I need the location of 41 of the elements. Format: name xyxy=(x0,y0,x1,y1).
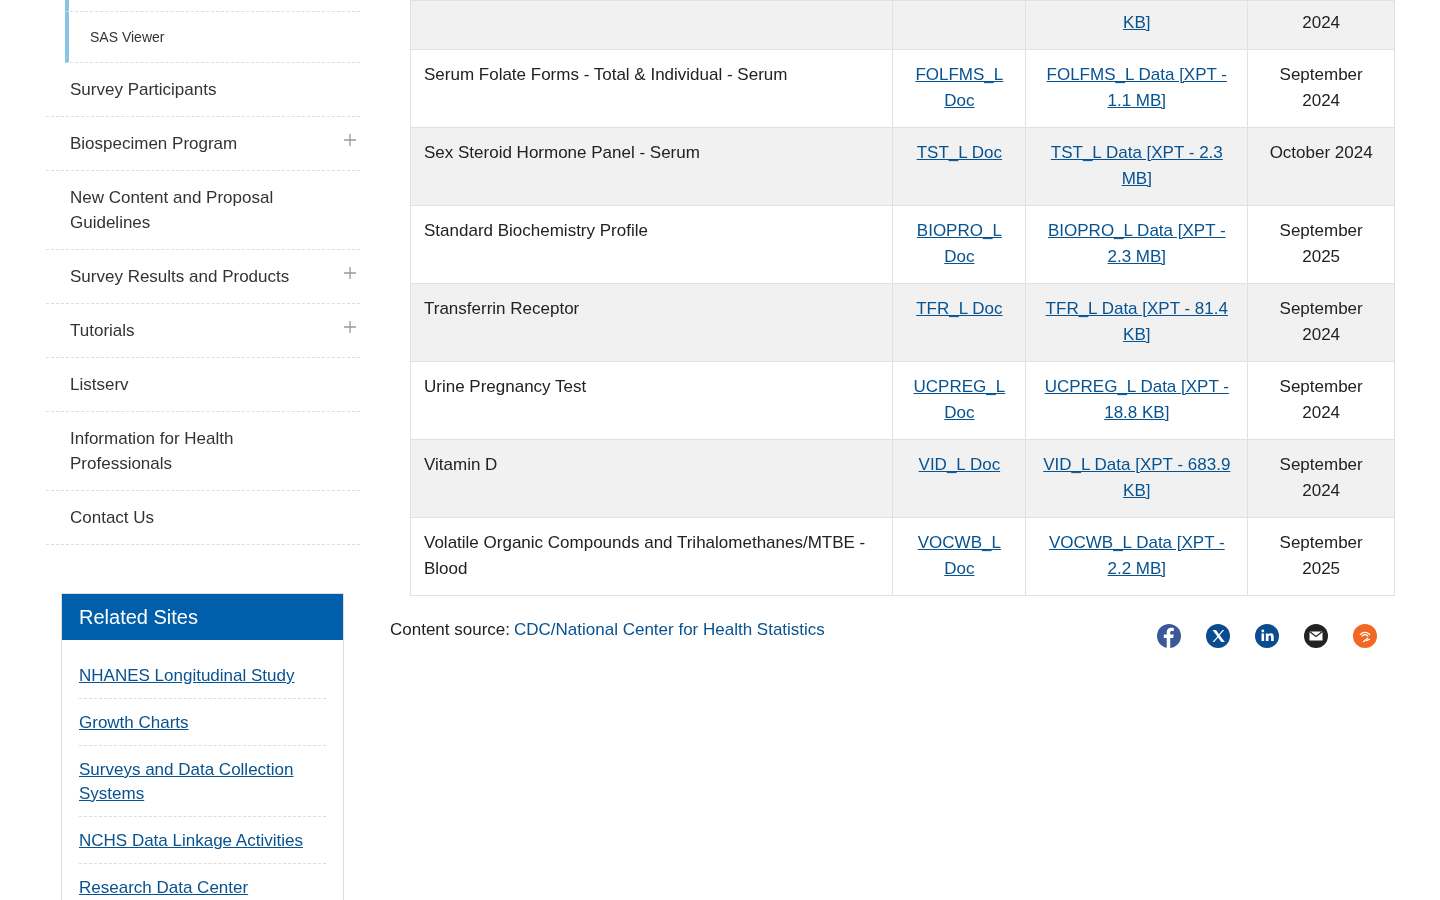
sidebar-link[interactable]: Survey Results and Products xyxy=(70,264,290,289)
source-link[interactable]: CDC/National Center for Health Statistics xyxy=(514,620,825,639)
related-link[interactable]: Growth Charts xyxy=(79,711,189,735)
table-cell: Serum Folate Forms - Total & Individual - Serum xyxy=(424,65,788,84)
x-icon[interactable] xyxy=(1206,624,1230,648)
table-cell: September 2024 xyxy=(1279,65,1363,110)
linkedin-icon[interactable] xyxy=(1255,624,1279,648)
table-cell: October 2024 xyxy=(1269,143,1373,162)
sidebar-link[interactable]: Contact Us xyxy=(70,505,155,530)
related-link[interactable]: Research Data Center xyxy=(79,876,249,900)
related-link[interactable]: NHANES Longitudinal Study xyxy=(79,664,295,688)
sidebar-link[interactable]: Survey Participants xyxy=(70,77,217,102)
sidebar-link[interactable]: Tutorials xyxy=(70,318,135,343)
panel-title: Related Sites xyxy=(62,594,343,640)
table-cell: September 2024 xyxy=(1279,299,1363,344)
plus-icon[interactable] xyxy=(344,267,356,279)
plus-icon[interactable] xyxy=(344,321,356,333)
table-cell: Volatile Organic Compounds and Trihalomethanes/MTBE - Blood xyxy=(424,533,866,578)
table-cell: Transferrin Receptor xyxy=(424,299,580,318)
source-label: Content source: xyxy=(390,620,510,639)
facebook-icon[interactable] xyxy=(1157,624,1181,648)
sidebar-link[interactable]: Information for Health Professionals xyxy=(70,426,310,476)
table-cell: September 2025 xyxy=(1279,533,1363,578)
sidebar-link[interactable]: Listserv xyxy=(70,372,129,397)
plus-icon[interactable] xyxy=(344,134,356,146)
table-cell: September 2025 xyxy=(1279,221,1363,266)
sidebar-link[interactable]: SAS Viewer xyxy=(90,26,165,48)
table-cell: Vitamin D xyxy=(424,455,498,474)
table-cell: Standard Biochemistry Profile xyxy=(424,221,648,240)
related-link[interactable]: Surveys and Data Collection Systems xyxy=(79,758,326,806)
table-cell: September 2024 xyxy=(1279,455,1363,500)
email-icon[interactable] xyxy=(1304,624,1328,648)
sidebar-link[interactable]: Biospecimen Program xyxy=(70,131,238,156)
sidebar-link[interactable]: New Content and Proposal Guidelines xyxy=(70,185,310,235)
table-cell: Urine Pregnancy Test xyxy=(424,377,587,396)
table-cell: 2024 xyxy=(1302,13,1341,32)
data-link[interactable]: KB] xyxy=(1123,10,1151,36)
table-cell: September 2024 xyxy=(1279,377,1363,422)
table-cell: Sex Steroid Hormone Panel - Serum xyxy=(424,143,700,162)
rss-icon[interactable] xyxy=(1353,624,1377,648)
related-link[interactable]: NCHS Data Linkage Activities xyxy=(79,829,303,853)
